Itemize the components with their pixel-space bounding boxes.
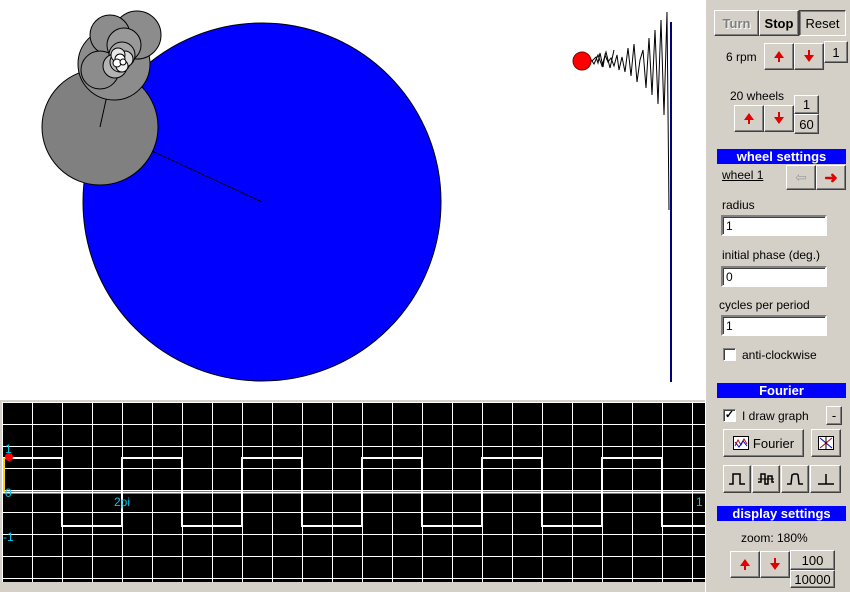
phase-field[interactable]: 0: [721, 266, 827, 287]
cycles-field[interactable]: 1: [721, 315, 827, 336]
draw-graph-checkbox[interactable]: ✓: [723, 409, 736, 422]
speed-down-button[interactable]: [794, 43, 824, 70]
wheels-drawing: [41, 10, 672, 382]
stop-button[interactable]: Stop: [759, 10, 799, 36]
pen-dot: [572, 51, 592, 71]
zoom-down-button[interactable]: [760, 551, 790, 578]
impulse-wave-button[interactable]: [810, 465, 841, 493]
prev-wheel-button[interactable]: ⇦: [786, 165, 816, 190]
arrow-up-icon: [744, 113, 754, 124]
wheels-step-small-button[interactable]: 1: [794, 95, 819, 114]
graph-icon: [732, 436, 749, 450]
y-tick-zero: 0: [5, 486, 12, 500]
zoom-step-small-button[interactable]: 100: [790, 550, 835, 570]
radius-field[interactable]: 1: [721, 215, 827, 236]
arrow-up-icon: [774, 51, 784, 62]
impulse-wave-icon: [817, 474, 834, 485]
arrow-down-icon: [774, 112, 784, 124]
square-wave-icon: [729, 473, 745, 485]
wheels-count-label: 20 wheels: [730, 89, 785, 103]
fourier-graph-button[interactable]: [811, 429, 841, 457]
cycles-label: cycles per period: [719, 298, 810, 312]
zoom-up-button[interactable]: [730, 551, 760, 578]
draw-graph-label: I draw graph: [742, 409, 809, 423]
fourier-minus-button[interactable]: -: [826, 406, 842, 425]
waveform-graph: 1 0 -1 2pi 1: [2, 402, 706, 582]
pulse-wave-button[interactable]: [781, 465, 809, 493]
fourier-header: Fourier: [717, 383, 846, 398]
speed-label: 6 rpm: [726, 50, 757, 64]
arrow-right-icon: ➜: [824, 169, 838, 187]
chart-icon: [818, 436, 834, 450]
display-settings-header: display settings: [717, 506, 846, 521]
wheels-down-button[interactable]: [764, 105, 794, 132]
speed-up-button[interactable]: [764, 43, 794, 70]
zoom-step-large-button[interactable]: 10000: [790, 570, 835, 588]
control-panel: Turn Stop Reset 6 rpm 1 20 wheels 1 60 w…: [710, 0, 850, 592]
arrow-down-icon: [804, 50, 814, 62]
fourier-button[interactable]: Fourier: [723, 429, 804, 457]
current-wheel-link[interactable]: wheel 1: [722, 168, 763, 182]
arrow-left-icon: ⇦: [795, 169, 807, 185]
phase-label: initial phase (deg.): [722, 248, 821, 262]
zoom-label: zoom: 180%: [741, 531, 808, 545]
anticlockwise-checkbox[interactable]: [723, 348, 736, 361]
y-tick-bottom: -1: [3, 530, 14, 544]
sawtooth-wave-icon: [758, 473, 774, 485]
reset-button[interactable]: Reset: [799, 10, 846, 36]
x-marker-2pi: 2pi: [114, 495, 131, 509]
output-trace: [582, 11, 670, 211]
next-wheel-button[interactable]: ➜: [816, 165, 846, 190]
wheels-up-button[interactable]: [734, 105, 764, 132]
y-tick-top: 1: [5, 442, 12, 456]
radius-label: radius: [722, 198, 755, 212]
speed-step-button[interactable]: 1: [824, 41, 848, 63]
wheels-step-large-button[interactable]: 60: [794, 114, 819, 134]
x-edge-label: 1: [696, 495, 703, 509]
graph-grid: [2, 402, 706, 582]
square-wave-button[interactable]: [723, 465, 751, 493]
wheel-settings-header: wheel settings: [717, 149, 846, 164]
fourier-button-label: Fourier: [752, 435, 795, 451]
pulse-wave-icon: [787, 473, 803, 485]
arrow-up-icon: [740, 559, 750, 570]
turn-button[interactable]: Turn: [714, 10, 759, 36]
epicycle-wheels: [41, 10, 162, 186]
arrow-down-icon: [770, 558, 780, 570]
animation-canvas[interactable]: [0, 0, 706, 400]
anticlockwise-label: anti-clockwise: [742, 348, 817, 362]
sawtooth-wave-button[interactable]: [752, 465, 780, 493]
